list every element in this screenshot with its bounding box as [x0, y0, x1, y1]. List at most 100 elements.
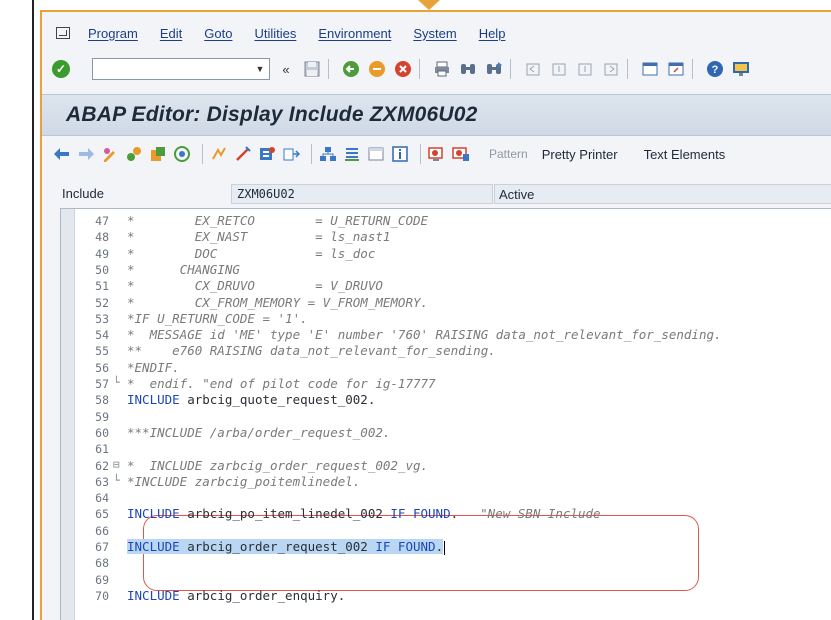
line-number: 58	[95, 393, 109, 408]
command-field[interactable]: ▼	[92, 58, 270, 80]
comment-text: * endif. "end of pilot code for ig-17777	[127, 376, 436, 391]
line-number: 56	[95, 360, 109, 375]
code-line[interactable]: 70 INCLUDE arbcig_order_enquiry.	[61, 588, 831, 604]
code-line[interactable]: 48 * EX_NAST = ls_nast1	[61, 229, 831, 245]
code-line[interactable]: 54 * MESSAGE id 'ME' type 'E' number '760…	[61, 327, 831, 343]
code-text: * CX_DRUVO = V_DRUVO	[127, 278, 383, 293]
code-line[interactable]: 57 └ * endif. "end of pilot code for ig-17…	[61, 376, 831, 392]
code-line[interactable]: 47 * EX_RETCO = U_RETURN_CODE	[61, 213, 831, 229]
save-icon[interactable]	[302, 59, 322, 79]
menu-system[interactable]: System	[413, 26, 456, 41]
breakpoint-icon[interactable]	[427, 144, 447, 164]
cancel-icon[interactable]	[393, 59, 413, 79]
toolbar-separator	[202, 144, 203, 164]
menu-edit[interactable]: Edit	[160, 26, 182, 41]
line-number: 62	[95, 458, 109, 473]
find-icon[interactable]	[458, 59, 478, 79]
print-icon[interactable]	[432, 59, 452, 79]
code-line[interactable]: 69	[61, 572, 831, 588]
external-breakpoint-icon[interactable]	[451, 144, 471, 164]
code-line[interactable]: 56 *ENDIF.	[61, 360, 831, 376]
menu-environment[interactable]: Environment	[318, 26, 391, 41]
object-list-icon[interactable]	[318, 144, 338, 164]
status-field: Active	[494, 184, 831, 204]
previous-page-icon[interactable]	[549, 59, 569, 79]
fold-toggle-icon[interactable]: ⊟	[113, 458, 123, 471]
menu-program[interactable]: Program	[88, 26, 138, 41]
text-elements-button[interactable]: Text Elements	[644, 147, 726, 162]
code-line[interactable]: 60 ***INCLUDE /arba/order_request_002.	[61, 425, 831, 441]
code-line[interactable]: 51 * CX_DRUVO = V_DRUVO	[61, 278, 831, 294]
code-line[interactable]: 59	[61, 409, 831, 425]
active-inactive-icon[interactable]	[124, 144, 144, 164]
line-number: 70	[95, 588, 109, 603]
navigation-window-icon[interactable]	[342, 144, 362, 164]
line-number: 66	[95, 523, 109, 538]
check-syntax-icon[interactable]	[209, 144, 229, 164]
code-text: *INCLUDE zarbcig_poitemlinedel.	[127, 474, 360, 489]
code-line[interactable]: 55 ** e760 RAISING data_not_relevant_for_…	[61, 343, 831, 359]
code-line[interactable]: 49 * DOC = ls_doc	[61, 246, 831, 262]
line-number: 69	[95, 572, 109, 587]
other-object-icon[interactable]	[148, 144, 168, 164]
back-arrow-icon[interactable]	[52, 144, 72, 164]
code-line[interactable]: 66	[61, 523, 831, 539]
code-text: INCLUDE arbcig_order_request_002 IF FOUN…	[127, 539, 446, 555]
standard-toolbar: ✓ ▼ « ?	[42, 54, 831, 84]
where-used-icon[interactable]	[172, 144, 192, 164]
activate-icon[interactable]	[233, 144, 253, 164]
first-page-icon[interactable]	[523, 59, 543, 79]
code-line[interactable]: 50 * CHANGING	[61, 262, 831, 278]
next-page-icon[interactable]	[575, 59, 595, 79]
pretty-printer-button[interactable]: Pretty Printer	[542, 147, 618, 162]
code-line[interactable]: 62 ⊟ * INCLUDE zarbcig_order_request_002_v…	[61, 458, 831, 474]
chevron-down-icon[interactable]: ▼	[251, 59, 269, 79]
code-text: * MESSAGE id 'ME' type 'E' number '760' …	[127, 327, 722, 342]
window-menu-icon[interactable]	[56, 27, 70, 39]
forward-arrow-icon[interactable]	[76, 144, 96, 164]
display-change-icon[interactable]	[100, 144, 120, 164]
code-text: * CX_FROM_MEMORY = V_FROM_MEMORY.	[127, 295, 428, 310]
find-next-icon[interactable]	[484, 59, 504, 79]
menu-goto[interactable]: Goto	[204, 26, 232, 41]
last-page-icon[interactable]	[601, 59, 621, 79]
text-cursor	[444, 540, 446, 555]
line-number: 57	[95, 377, 109, 391]
exit-icon[interactable]	[367, 59, 387, 79]
pattern-button[interactable]: Pattern	[489, 147, 528, 161]
where-used-list-icon[interactable]	[281, 144, 301, 164]
code-line[interactable]: 53 *IF U_RETURN_CODE = '1'.	[61, 311, 831, 327]
fullscreen-icon[interactable]	[366, 144, 386, 164]
test-icon[interactable]	[257, 144, 277, 164]
code-text: * DOC = ls_doc	[127, 246, 375, 261]
line-number: 47	[95, 214, 109, 228]
code-line[interactable]: 64	[61, 490, 831, 506]
code-line[interactable]: 63 └ *INCLUDE zarbcig_poitemlinedel.	[61, 474, 831, 490]
code-line[interactable]: 52 * CX_FROM_MEMORY = V_FROM_MEMORY.	[61, 295, 831, 311]
menu-bar: Program Edit Goto Utilities Environment …	[42, 20, 831, 46]
comment-text: ***INCLUDE /arba/order_request_002.	[127, 424, 391, 440]
page-title: ABAP Editor: Display Include ZXM06U02	[66, 103, 478, 126]
back-icon[interactable]	[341, 59, 361, 79]
line-number: 60	[95, 425, 109, 440]
line-number: 54	[95, 328, 109, 343]
code-line[interactable]: 68	[61, 555, 831, 571]
code-line[interactable]: 67 INCLUDE arbcig_order_request_002 IF FO…	[61, 539, 831, 555]
help-icon[interactable]: ?	[705, 59, 725, 79]
enter-check-icon[interactable]: ✓	[52, 60, 70, 78]
shortcut-icon[interactable]	[666, 59, 686, 79]
code-editor[interactable]: 47 * EX_RETCO = U_RETURN_CODE 48 * EX_NAST …	[60, 208, 831, 620]
new-session-icon[interactable]	[640, 59, 660, 79]
code-line[interactable]: 61	[61, 441, 831, 457]
code-line[interactable]: 58 INCLUDE arbcig_quote_request_002.	[61, 392, 831, 408]
comment-text: * EX_RETCO = U_RETURN_CODE	[127, 213, 429, 228]
code-line[interactable]: 65 INCLUDE arbcig_po_item_linedel_002 IF …	[61, 506, 831, 522]
statement-text: INCLUDE arbcig_po_item_linedel_002 IF FO…	[127, 506, 459, 522]
customize-layout-icon[interactable]	[731, 59, 751, 79]
info-icon[interactable]	[390, 144, 410, 164]
menu-utilities[interactable]: Utilities	[254, 26, 296, 41]
comment-text: *IF U_RETURN_CODE = '1'.	[127, 310, 308, 326]
comment-text: "New SBN Include	[480, 506, 601, 522]
menu-help[interactable]: Help	[479, 26, 506, 41]
collapse-toolbar-icon[interactable]: «	[276, 59, 296, 79]
